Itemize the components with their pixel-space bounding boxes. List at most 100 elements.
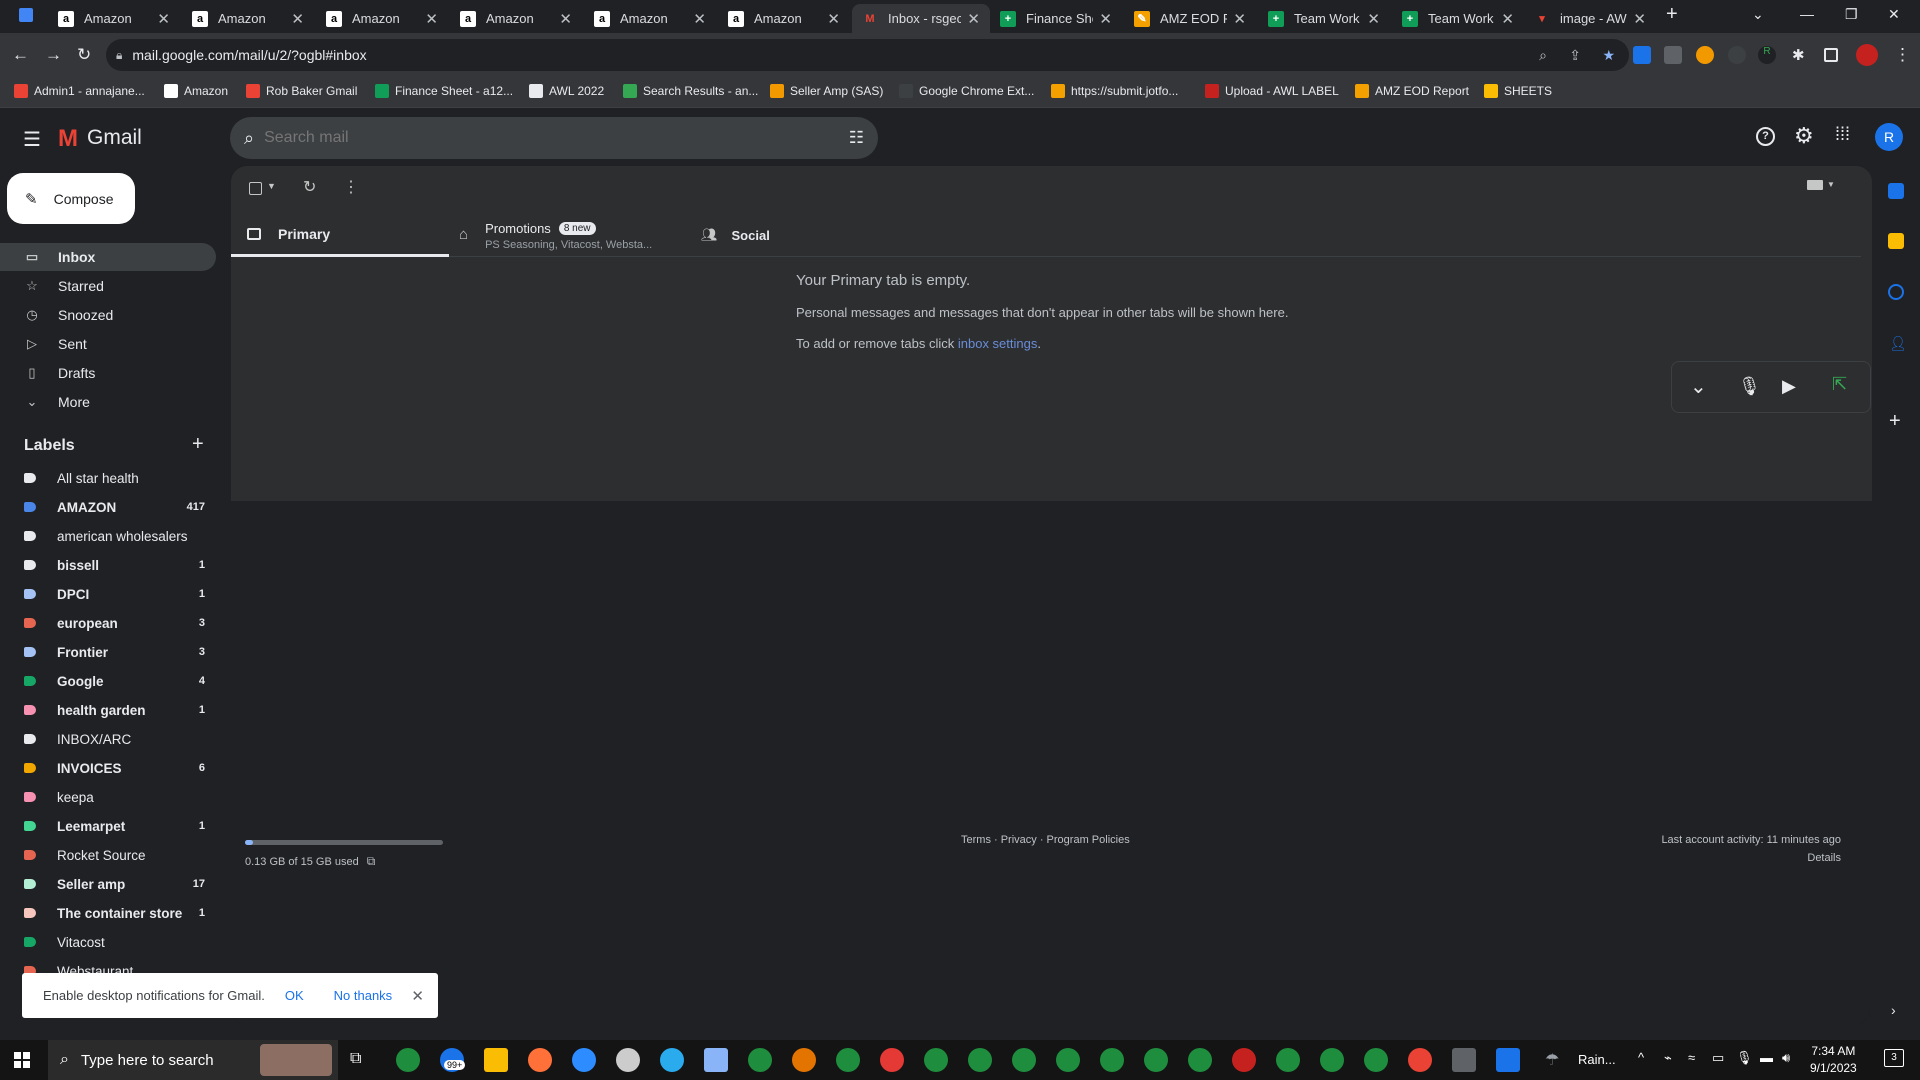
chrome-icon[interactable] [1408,1048,1432,1072]
bookmark-item[interactable]: Finance Sheet - a12... [375,84,513,98]
main-menu-icon[interactable]: ☰ [23,127,41,152]
add-label-icon[interactable]: + [192,433,204,456]
browser-tab[interactable]: a Amazon ✕ [182,4,314,33]
tab-search-icon[interactable] [19,8,33,22]
label-item[interactable]: Seller amp 17 [0,870,216,898]
browser-tab[interactable]: + Team Work F ✕ [1392,4,1524,33]
bookmark-item[interactable]: Rob Baker Gmail [246,84,357,98]
extension-5-icon[interactable]: R [1758,46,1776,64]
back-button[interactable]: ← [12,45,29,65]
gmail-brand[interactable]: Gmail [87,126,142,150]
label-item[interactable]: AMAZON 417 [0,493,216,521]
chrome-icon[interactable] [836,1048,860,1072]
pop-out-icon[interactable]: ⇱ [1832,374,1847,395]
contacts-icon[interactable]: 👤︎ [1889,335,1907,352]
close-tab-icon[interactable]: ✕ [967,10,980,28]
label-item[interactable]: Google 4 [0,667,216,695]
forward-button[interactable]: → [45,45,62,65]
more-options-icon[interactable]: ⋮ [343,177,359,197]
browser-tab[interactable]: a Amazon ✕ [718,4,850,33]
chrome-icon[interactable] [968,1048,992,1072]
chrome-icon[interactable] [396,1048,420,1072]
close-window-button[interactable]: ✕ [1888,6,1900,23]
volume-icon[interactable]: 🔊︎ [1782,1050,1790,1066]
extensions-puzzle-icon[interactable]: ✱ [1792,46,1810,64]
wps-icon[interactable] [880,1048,904,1072]
collapse-chevron-icon[interactable]: ⌄ [1690,374,1707,399]
app-icon[interactable] [616,1048,640,1072]
get-addons-icon[interactable]: + [1889,410,1901,433]
weather-icon[interactable]: ☂ [1545,1050,1559,1070]
nav-item-more[interactable]: ⌄ More [0,388,216,416]
search-options-icon[interactable]: ☷ [849,128,864,148]
label-item[interactable]: keepa [0,783,216,811]
wifi-icon[interactable]: ≈ [1688,1050,1695,1065]
close-icon[interactable]: ✕ [411,987,424,1005]
close-tab-icon[interactable]: ✕ [827,10,840,28]
browser-tab[interactable]: ▾ image - AWL ✕ [1524,4,1656,33]
label-item[interactable]: The container store 1 [0,899,216,927]
side-panel-icon[interactable] [1824,48,1838,62]
apps-grid-icon[interactable]: ⁞⁞⁞ [1835,124,1850,145]
bookmark-item[interactable]: Seller Amp (SAS) [770,84,883,98]
keep-icon[interactable] [1888,233,1904,249]
notification-no-thanks-button[interactable]: No thanks [334,988,393,1003]
share-icon[interactable]: ⇪ [1569,47,1581,64]
restore-button[interactable]: ❐ [1845,6,1858,23]
profile-avatar-icon[interactable] [1856,44,1878,66]
file-explorer-icon[interactable] [484,1048,508,1072]
browser-tab[interactable]: ✎ AMZ EOD Re ✕ [1124,4,1256,33]
search-icon[interactable]: ⌕ [244,128,254,149]
mic-off-icon[interactable]: 🎙︎ [1738,376,1761,397]
browser-tab[interactable]: a Amazon ✕ [48,4,180,33]
label-item[interactable]: health garden 1 [0,696,216,724]
label-item[interactable]: Rocket Source [0,841,216,869]
bookmark-item[interactable]: Admin1 - annajane... [14,84,145,98]
nav-item-sent[interactable]: ▷ Sent [0,330,216,358]
browser-tab[interactable]: + Finance Shee ✕ [990,4,1122,33]
bookmark-item[interactable]: SHEETS [1484,84,1552,98]
calendar-icon[interactable] [1888,183,1904,199]
label-item[interactable]: bissell 1 [0,551,216,579]
label-item[interactable]: Leemarpet 1 [0,812,216,840]
keyboard-input-icon[interactable] [1807,180,1823,190]
chrome-icon[interactable] [748,1048,772,1072]
task-view-icon[interactable]: ⧉ [350,1050,361,1068]
expand-panel-icon[interactable]: › [1891,1002,1896,1018]
browser-tab[interactable]: M Inbox - rsgec ✕ [852,4,990,33]
extension-3-icon[interactable] [1696,46,1714,64]
notification-ok-button[interactable]: OK [285,988,304,1003]
browser-tab[interactable]: + Team Work F ✕ [1258,4,1390,33]
windows-start-icon[interactable] [14,1052,30,1068]
refresh-icon[interactable]: ↻ [303,177,316,197]
chrome-icon[interactable] [1364,1048,1388,1072]
meet-now-icon[interactable]: ▭ [1712,1050,1724,1066]
label-item[interactable]: european 3 [0,609,216,637]
bookmark-item[interactable]: Amazon [164,84,228,98]
bookmark-item[interactable]: Upload - AWL LABEL [1205,84,1339,98]
support-icon[interactable]: ? [1756,127,1775,146]
reload-button[interactable]: ↻ [77,45,91,65]
browser-tab[interactable]: a Amazon ✕ [316,4,448,33]
site-info-icon[interactable]: 🔒︎ [116,48,122,63]
chrome-icon[interactable] [792,1048,816,1072]
notepad-icon[interactable] [704,1048,728,1072]
compose-button[interactable]: ✎ Compose [7,173,135,224]
label-item[interactable]: INBOX/ARC [0,725,216,753]
nav-item-inbox[interactable]: ▭ Inbox [0,243,216,271]
extension-4-icon[interactable] [1728,46,1746,64]
activity-details-link[interactable]: Details [1807,852,1841,864]
chrome-icon[interactable] [1100,1048,1124,1072]
tasks-icon[interactable] [1888,284,1904,300]
chrome-icon[interactable] [924,1048,948,1072]
close-tab-icon[interactable]: ✕ [291,10,304,28]
inbox-settings-link[interactable]: inbox settings [958,336,1038,351]
chrome-icon[interactable] [1232,1048,1256,1072]
gmail-logo-icon[interactable]: M [58,125,78,153]
address-bar[interactable]: 🔒︎ mail.google.com/mail/u/2/?ogbl#inbox … [106,39,1629,71]
input-tools-dropdown-icon[interactable]: ▼ [1827,180,1835,189]
close-tab-icon[interactable]: ✕ [1099,10,1112,28]
tab-list-icon[interactable]: ⌄ [1752,6,1764,23]
chrome-icon[interactable] [1012,1048,1036,1072]
label-item[interactable]: Vitacost [0,928,216,956]
